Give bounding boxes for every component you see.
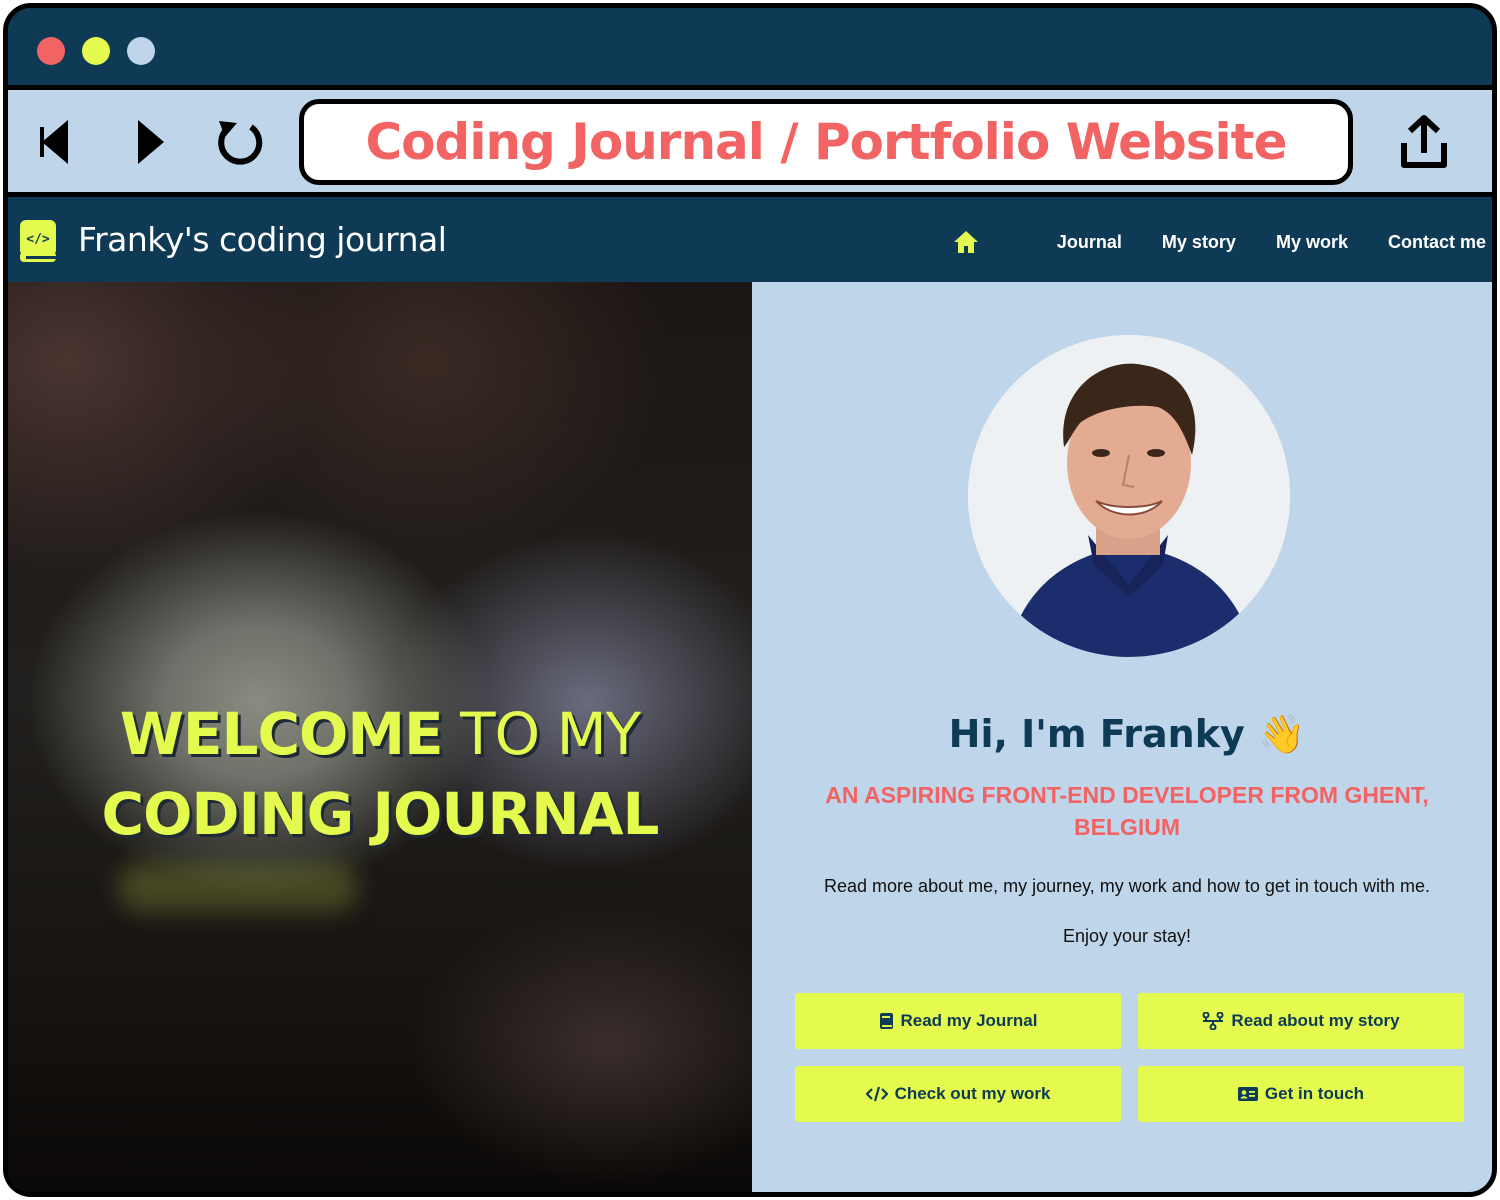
waving-hand-icon: 👋 [1258,712,1306,756]
home-icon[interactable] [951,227,981,257]
hero-title-line-2: CODING JOURNAL [101,780,660,848]
share-icon[interactable] [1396,114,1452,170]
intro-text: Read more about me, my journey, my work … [824,876,1430,896]
hero-title-word-welcome: WELCOME [119,700,444,768]
forward-arrow-icon[interactable] [122,114,178,170]
reload-icon[interactable] [210,114,266,170]
code-icon [865,1085,888,1103]
browser-window: Coding Journal / Portfolio Website </> F… [3,3,1497,1197]
avatar [968,335,1290,657]
close-window-button[interactable] [37,37,65,65]
back-arrow-icon[interactable] [28,114,84,170]
address-bar: Coding Journal / Portfolio Website [8,85,1492,197]
check-work-label: Check out my work [894,1084,1051,1103]
main-menu: Journal My story My work Contact me [951,202,1486,282]
nav-link-journal[interactable]: Journal [1057,232,1122,253]
profile-panel: Hi, I'm Franky 👋 AN ASPIRING FRONT-END D… [752,282,1492,1192]
hero-title: WELCOME TO MY CODING JOURNAL [8,694,752,854]
closing-text: Enjoy your stay! [1062,926,1192,946]
read-story-label: Read about my story [1231,1011,1400,1030]
blurred-highlight [118,862,358,912]
url-text: Coding Journal / Portfolio Website [365,113,1287,171]
site-brand[interactable]: Franky's coding journal [78,220,447,259]
maximize-window-button[interactable] [127,37,155,65]
read-journal-button[interactable]: Read my Journal [795,993,1121,1049]
get-in-touch-label: Get in touch [1264,1084,1365,1103]
nav-link-my-story[interactable]: My story [1162,232,1236,253]
title-bar [8,8,1492,85]
timeline-icon [1202,1012,1224,1030]
contact-card-icon [1237,1086,1258,1102]
book-icon [879,1012,894,1030]
read-story-button[interactable]: Read about my story [1138,993,1464,1049]
svg-text:</>: </> [26,232,50,247]
site-navbar: </> Franky's coding journal Journal My s… [8,202,1492,282]
tagline: AN ASPIRING FRONT-END DEVELOPER FROM GHE… [825,782,1429,840]
code-book-logo-icon: </> [20,220,56,262]
nav-link-my-work[interactable]: My work [1276,232,1348,253]
get-in-touch-button[interactable]: Get in touch [1138,1066,1464,1122]
check-work-button[interactable]: Check out my work [795,1066,1121,1122]
read-journal-label: Read my Journal [900,1011,1038,1030]
minimize-window-button[interactable] [82,37,110,65]
greeting-heading: Hi, I'm Franky 👋 [752,712,1492,757]
nav-link-contact-me[interactable]: Contact me [1388,232,1486,253]
greeting-text: Hi, I'm Franky [948,712,1245,756]
hero-title-to-my: TO MY [442,700,641,768]
url-field[interactable]: Coding Journal / Portfolio Website [299,99,1353,185]
hero-background-image: WELCOME TO MY CODING JOURNAL [8,282,752,1192]
